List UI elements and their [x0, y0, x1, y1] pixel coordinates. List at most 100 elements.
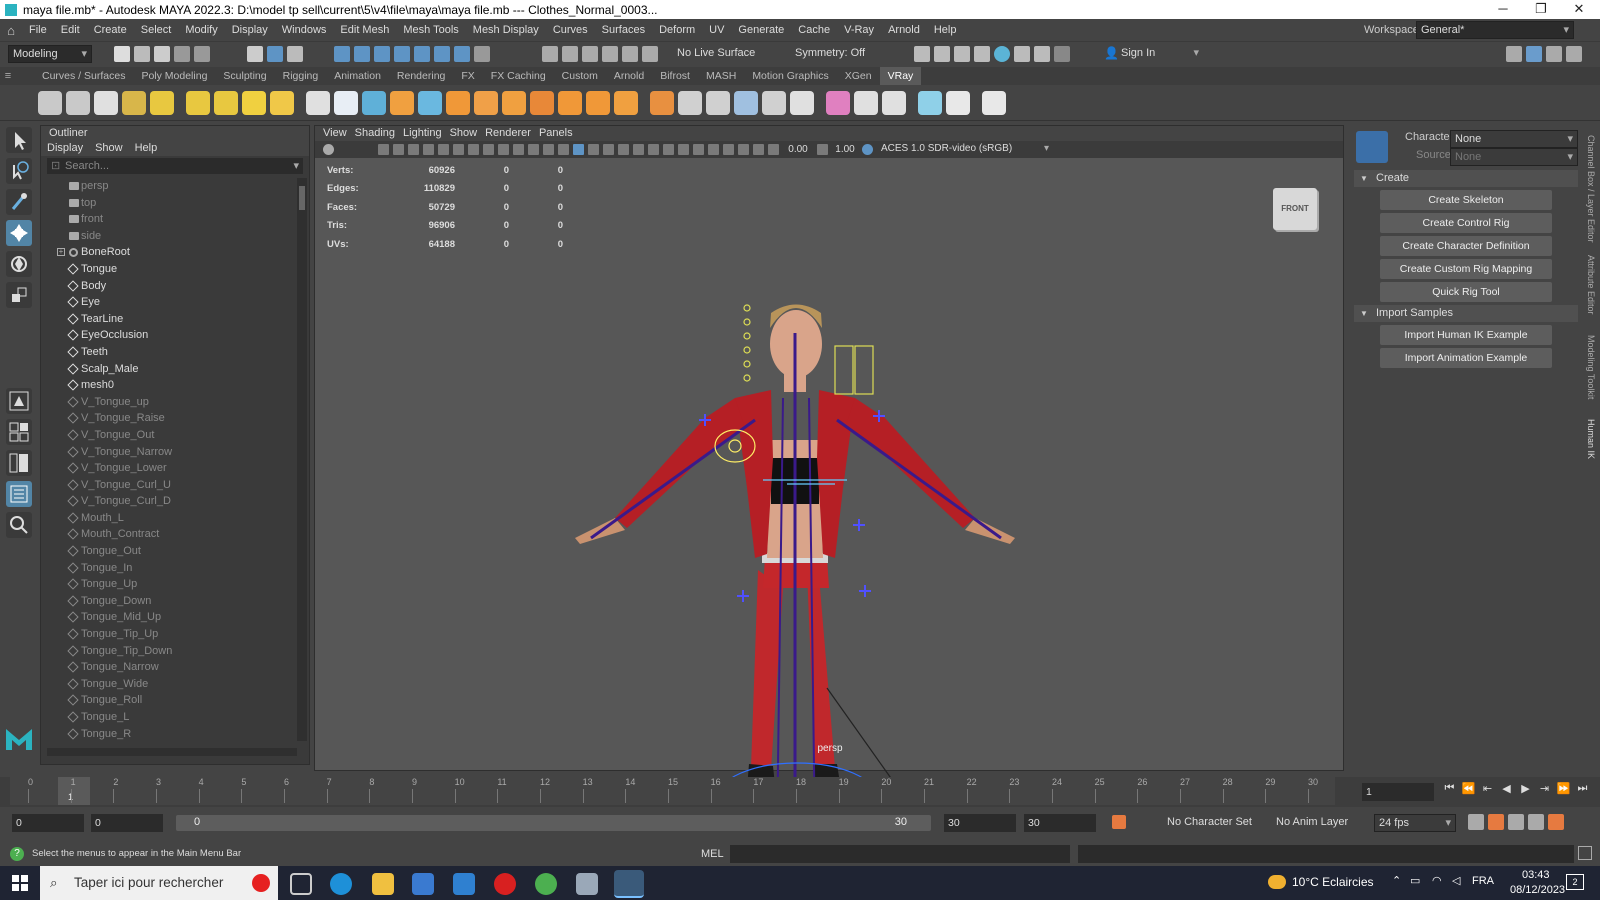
vray-shelf-tool-25-icon[interactable] [734, 90, 758, 115]
symmetry-label[interactable]: Symmetry: Off [795, 47, 865, 59]
shelf-tab-motion-graphics[interactable]: Motion Graphics [744, 67, 836, 85]
outliner-item[interactable]: Mouth_Contract [41, 526, 295, 543]
outliner-item[interactable]: Tongue_Down [41, 593, 295, 610]
go-to-start-icon[interactable]: ⏮ [1440, 782, 1459, 795]
outliner-item[interactable]: Tongue_In [41, 560, 295, 577]
viewport-scene[interactable] [315, 158, 1345, 788]
snap-view-icon[interactable] [414, 46, 430, 62]
render-settings-icon[interactable] [974, 46, 990, 62]
render-view-icon[interactable] [914, 46, 930, 62]
menu-surfaces[interactable]: Surfaces [595, 19, 652, 41]
workspace-dropdown[interactable]: General* [1416, 21, 1574, 39]
menu-uv[interactable]: UV [702, 19, 731, 41]
auto-key-icon[interactable] [1112, 815, 1126, 829]
vray-shelf-tool-11-icon[interactable] [334, 90, 358, 115]
vray-shelf-tool-6-icon[interactable] [186, 90, 210, 115]
create-skeleton-button[interactable]: Create Skeleton [1380, 190, 1552, 210]
outliner-item[interactable]: top [41, 195, 295, 212]
gamma-icon[interactable] [817, 144, 828, 155]
outliner-layout-icon[interactable] [6, 481, 32, 507]
gate-mask-icon[interactable] [498, 144, 509, 155]
select-tool-icon[interactable] [6, 127, 32, 153]
vray-shelf-tool-7-icon[interactable] [214, 90, 238, 115]
outliner-item[interactable]: Tongue_Tip_Down [41, 643, 295, 660]
snap-surface-icon[interactable] [434, 46, 450, 62]
channel-box-tab[interactable]: Channel Box / Layer Editor [1586, 135, 1596, 245]
ambient-occlusion-icon[interactable] [663, 144, 674, 155]
select-component-icon[interactable] [287, 46, 303, 62]
maya-taskbar-icon[interactable] [614, 870, 644, 898]
outliner-item[interactable]: Tongue_R [41, 726, 295, 741]
render-setup-icon[interactable] [1014, 46, 1030, 62]
menu-mesh-tools[interactable]: Mesh Tools [396, 19, 465, 41]
create-section-header[interactable]: Create [1354, 170, 1578, 187]
tool-settings-icon[interactable] [1546, 46, 1562, 62]
outliner-item[interactable]: Tongue_Roll [41, 692, 295, 709]
quick-rig-tool-button[interactable]: Quick Rig Tool [1380, 282, 1552, 302]
network-icon[interactable]: ▭ [1410, 874, 1420, 887]
vray-shelf-tool-15-icon[interactable] [446, 90, 470, 115]
safe-title-icon[interactable] [543, 144, 554, 155]
bookmark-icon[interactable] [393, 144, 404, 155]
exposure-value[interactable]: 0.00 [781, 144, 815, 155]
vray-shelf-tool-19-icon[interactable] [558, 90, 582, 115]
vray-shelf-tool-31-icon[interactable] [918, 90, 942, 115]
clock-date[interactable]: 08/12/2023 [1510, 884, 1565, 896]
shelf-tab-fx-caching[interactable]: FX Caching [483, 67, 554, 85]
anim-prefs-icon[interactable] [1528, 814, 1544, 830]
persp-outliner-layout-icon[interactable] [6, 450, 32, 476]
menu-cache[interactable]: Cache [791, 19, 837, 41]
outliner-item[interactable]: Tongue_Out [41, 543, 295, 560]
timeline-ruler[interactable]: 1 0 1 2 3 4 5 6 7 8 9 10 11 12 13 14 15 16 17 18 19 20 21 22 23… [10, 777, 1335, 805]
shelf-tab-custom[interactable]: Custom [554, 67, 606, 85]
hik-character-dropdown[interactable]: None [1450, 130, 1578, 148]
outliner-item[interactable]: V_Tongue_up [41, 394, 295, 411]
ipr-render-icon[interactable] [954, 46, 970, 62]
hik-source-dropdown[interactable]: None [1450, 148, 1578, 166]
fps-dropdown[interactable]: 24 fps [1374, 814, 1456, 832]
vray-shelf-tool-3-icon[interactable] [94, 90, 118, 115]
tray-chevron-icon[interactable]: ⌃ [1392, 874, 1401, 887]
outliner-vertical-scrollbar[interactable] [297, 178, 307, 741]
vray-shelf-tool-10-icon[interactable] [306, 90, 330, 115]
2d-pan-icon[interactable] [423, 144, 434, 155]
sign-in-dropdown[interactable]: Sign In [1117, 45, 1203, 63]
play-forward-icon[interactable]: ▶ [1516, 782, 1535, 795]
outliner-item[interactable]: Tongue_Narrow [41, 659, 295, 676]
redo-icon[interactable] [194, 46, 210, 62]
snap-point-icon[interactable] [394, 46, 410, 62]
command-input[interactable] [730, 845, 1070, 863]
mask-icon[interactable] [334, 46, 350, 62]
minimize-button[interactable]: ─ [1486, 0, 1520, 19]
scene-end-field[interactable]: 30 [1024, 814, 1096, 832]
grid-icon[interactable] [453, 144, 464, 155]
import-human-ik-example-button[interactable]: Import Human IK Example [1380, 325, 1552, 345]
image-plane-icon[interactable] [408, 144, 419, 155]
mail-icon[interactable] [453, 873, 475, 895]
outliner-item[interactable]: Body [41, 278, 295, 295]
magnet-icon[interactable] [622, 46, 638, 62]
attribute-editor-icon[interactable] [1526, 46, 1542, 62]
rotate-tool-icon[interactable] [6, 251, 32, 277]
output-ops-icon[interactable] [582, 46, 598, 62]
modeling-toolkit-icon[interactable] [1506, 46, 1522, 62]
wifi-icon[interactable]: ◠ [1432, 874, 1442, 887]
field-chart-icon[interactable] [513, 144, 524, 155]
app-window-icon[interactable] [576, 873, 598, 895]
menu-display[interactable]: Display [225, 19, 275, 41]
viewport-menu-lighting[interactable]: Lighting [403, 126, 442, 141]
vray-shelf-tool-30-icon[interactable] [882, 90, 906, 115]
vray-shelf-tool-13-icon[interactable] [390, 90, 414, 115]
loop-icon[interactable] [1468, 814, 1484, 830]
hik-character-icon[interactable] [1356, 131, 1388, 163]
taskbar-search-box[interactable]: ⌕ Taper ici pour rechercher [40, 866, 278, 900]
motion-blur-icon[interactable] [678, 144, 689, 155]
vray-shelf-tool-14-icon[interactable] [418, 90, 442, 115]
vray-shelf-tool-32-icon[interactable] [946, 90, 970, 115]
cache-icon[interactable] [1488, 814, 1504, 830]
create-character-definition-button[interactable]: Create Character Definition [1380, 236, 1552, 256]
home-icon[interactable]: ⌂ [0, 23, 22, 38]
default-material-icon[interactable] [588, 144, 599, 155]
vray-shelf-tool-8-icon[interactable] [242, 90, 266, 115]
select-hierarchy-icon[interactable] [247, 46, 263, 62]
